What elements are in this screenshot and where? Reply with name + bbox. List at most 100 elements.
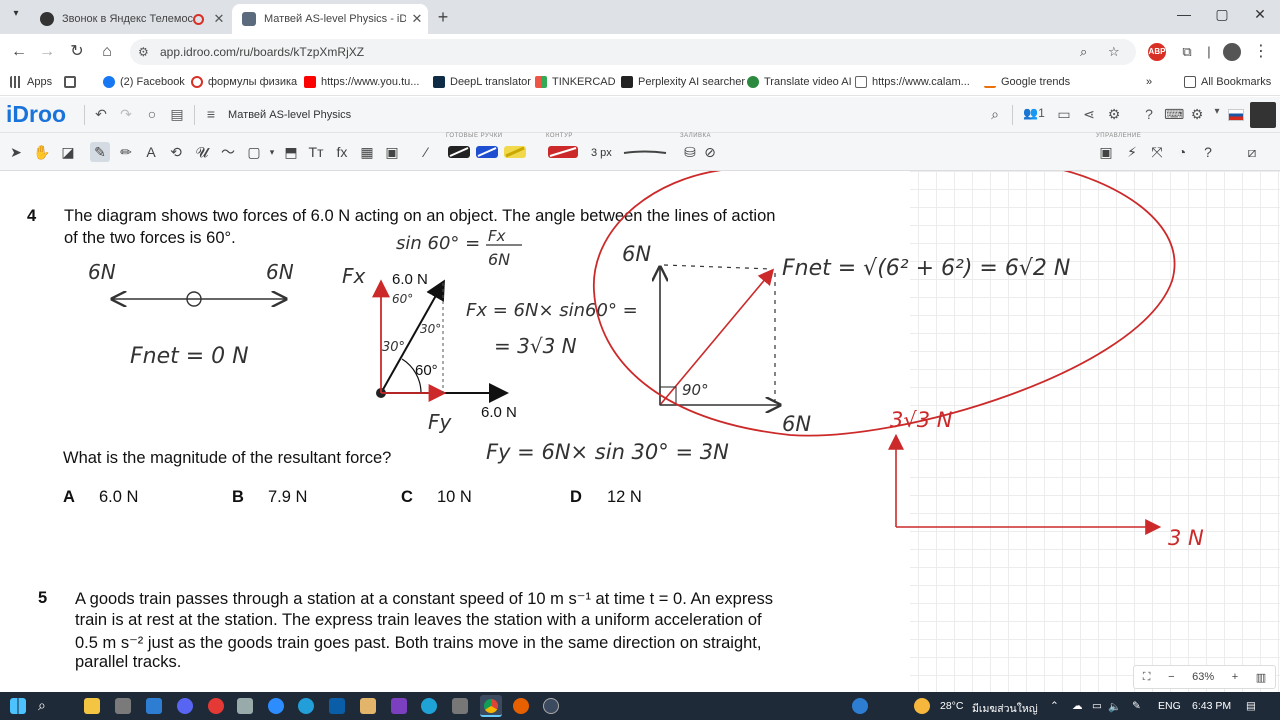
help-icon[interactable] xyxy=(852,698,868,714)
bookmark-youtube[interactable]: https://www.you.tu... xyxy=(304,76,419,88)
fill-bucket-icon[interactable]: ⛁ xyxy=(680,142,700,162)
app-icon[interactable] xyxy=(360,698,376,714)
home-icon[interactable]: ⌂ xyxy=(96,42,118,62)
sticker-icon[interactable]: ⬒ xyxy=(281,142,301,162)
chat-icon[interactable]: ▭ xyxy=(1055,106,1073,123)
zoom-level[interactable]: 63% xyxy=(1192,671,1214,683)
calculator-icon[interactable] xyxy=(115,698,131,714)
bookmark-apps[interactable]: Apps xyxy=(10,76,52,88)
weather-location[interactable]: มีเมฆส่วนใหญ่ xyxy=(972,700,1038,717)
minimize-icon[interactable]: — xyxy=(1172,6,1196,22)
clock[interactable]: 6:43 PM xyxy=(1192,700,1231,712)
store-icon[interactable] xyxy=(146,698,162,714)
app-icon[interactable] xyxy=(452,698,468,714)
users-icon[interactable]: 👥1 xyxy=(1020,106,1048,120)
tab-idroo[interactable]: Матвей AS-level Physics - iDroo ✕ xyxy=(232,4,428,34)
bookmark-google-trends[interactable]: Google trends xyxy=(984,76,1070,88)
firefox-icon[interactable] xyxy=(513,698,529,714)
keyboard-icon[interactable]: ⌨ xyxy=(1164,106,1184,123)
zoom-app-icon[interactable] xyxy=(268,698,284,714)
close-tab-icon[interactable]: ✕ xyxy=(406,11,428,27)
close-window-icon[interactable]: ✕ xyxy=(1248,6,1272,23)
smooth-pen-icon[interactable]: 𝓤 xyxy=(192,142,212,162)
site-info-icon[interactable]: ⚙ xyxy=(138,45,149,59)
question-icon[interactable]: ? xyxy=(1198,142,1218,162)
fullscreen-icon[interactable]: ⛶ xyxy=(1143,671,1151,684)
menu-icon[interactable]: ≡ xyxy=(202,106,220,122)
battery-icon[interactable]: ▭ xyxy=(1092,700,1102,712)
pen-icon[interactable]: ✎ xyxy=(1132,700,1141,712)
tab-telemost[interactable]: Звонок в Яндекс Телемост ✕ xyxy=(30,4,230,34)
pencil-icon[interactable]: ✏ xyxy=(116,142,136,162)
notifications-icon[interactable]: ▤ xyxy=(1246,700,1256,712)
redo-icon[interactable]: ↷ xyxy=(117,106,135,123)
yandex-icon[interactable] xyxy=(208,698,224,714)
fit-screen-icon[interactable]: ⤧ xyxy=(1147,142,1167,162)
bookmark-tinkercad[interactable]: TINKERCAD xyxy=(535,76,616,88)
russian-flag-icon[interactable] xyxy=(1228,109,1244,121)
search-icon[interactable]: ⌕ xyxy=(38,697,46,714)
lasso-icon[interactable]: ⟲ xyxy=(166,142,186,162)
eyedropper-icon[interactable]: ⁄ xyxy=(416,142,436,162)
edge-icon[interactable] xyxy=(421,698,437,714)
pen-tool-icon[interactable]: ✎ xyxy=(90,142,110,162)
preset-pen-blue[interactable] xyxy=(474,142,500,162)
extensions-icon[interactable]: ⧉ xyxy=(1176,42,1198,62)
shapes-icon[interactable]: ○ xyxy=(143,106,161,122)
zoom-search-icon[interactable]: ⌕ xyxy=(1080,44,1087,60)
bookmark-grid[interactable] xyxy=(64,76,81,88)
bookmark-physics-formulas[interactable]: формулы физика xyxy=(191,76,297,88)
marker-icon[interactable]: A xyxy=(141,142,161,162)
bookmark-star-icon[interactable]: ☆ xyxy=(1108,44,1120,60)
zoom-search-icon[interactable]: ⌕ xyxy=(986,106,1004,123)
file-explorer-icon[interactable] xyxy=(84,698,100,714)
telegram-icon[interactable] xyxy=(298,698,314,714)
map-icon[interactable]: ▥ xyxy=(1256,671,1266,684)
hand-pan-icon[interactable]: ✋ xyxy=(32,142,52,162)
close-tab-icon[interactable]: ✕ xyxy=(208,11,230,27)
bookmark-perplexity[interactable]: Perplexity AI searcher xyxy=(621,76,745,88)
adblock-extension-icon[interactable]: ABP xyxy=(1148,43,1166,61)
menu-dots-icon[interactable]: ⋮ xyxy=(1250,42,1272,62)
settings-gear-icon[interactable]: ⚙ xyxy=(1105,106,1123,123)
bookmark-facebook[interactable]: (2) Facebook xyxy=(103,76,185,88)
bookmarks-overflow-icon[interactable]: » xyxy=(1146,76,1152,88)
preset-pen-black[interactable] xyxy=(446,142,472,162)
image-icon[interactable]: ▣ xyxy=(382,142,402,162)
app-icon[interactable] xyxy=(237,698,253,714)
address-bar[interactable]: ⚙ app.idroo.com/ru/boards/kTzpXmRjXZ ⌕ ☆ xyxy=(130,39,1136,65)
zoom-in-icon[interactable]: + xyxy=(1232,671,1238,683)
text-icon[interactable]: Tт xyxy=(306,142,326,162)
whiteboard-canvas[interactable]: 4 The diagram shows two forces of 6.0 N … xyxy=(0,171,1280,692)
formula-icon[interactable]: fx xyxy=(332,142,352,162)
weather-icon[interactable] xyxy=(914,698,930,714)
board-name[interactable]: Матвей AS-level Physics xyxy=(228,109,351,121)
forward-icon[interactable]: → xyxy=(36,42,58,62)
weather-temp[interactable]: 28°C xyxy=(940,700,963,712)
reload-icon[interactable]: ↻ xyxy=(66,42,88,62)
windows-start-icon[interactable] xyxy=(10,698,26,714)
idroo-logo[interactable]: iDroo xyxy=(6,101,66,128)
maximize-icon[interactable]: ▢ xyxy=(1210,6,1234,23)
language-indicator[interactable]: ENG xyxy=(1158,700,1181,712)
back-icon[interactable]: ← xyxy=(8,42,30,62)
line-style-icon[interactable] xyxy=(622,142,668,162)
bookmark-deepl[interactable]: DeepL translator xyxy=(433,76,531,88)
eraser-icon[interactable]: ◪ xyxy=(58,142,78,162)
rectangle-icon[interactable]: ▢ xyxy=(244,142,264,162)
help-icon[interactable]: ? xyxy=(1140,106,1158,122)
onenote-icon[interactable] xyxy=(391,698,407,714)
graph-icon[interactable]: ▦ xyxy=(357,142,377,162)
timer-icon[interactable]: ◔ xyxy=(1172,142,1192,162)
tab-search-chevron-icon[interactable]: ▾ xyxy=(6,8,26,26)
magic-wand-icon[interactable]: ⚡ xyxy=(1122,142,1142,162)
word-icon[interactable] xyxy=(329,698,345,714)
share-icon[interactable]: ⋖ xyxy=(1080,106,1098,123)
onedrive-icon[interactable]: ☁ xyxy=(1072,700,1083,712)
chrome-active-icon[interactable] xyxy=(480,695,502,717)
volume-icon[interactable]: 🔈 xyxy=(1108,700,1121,713)
preset-highlighter[interactable] xyxy=(502,142,528,162)
contour-color-red[interactable] xyxy=(546,142,580,162)
chevron-down-icon[interactable]: ▾ xyxy=(1208,106,1226,117)
zoom-out-icon[interactable]: − xyxy=(1168,671,1174,683)
